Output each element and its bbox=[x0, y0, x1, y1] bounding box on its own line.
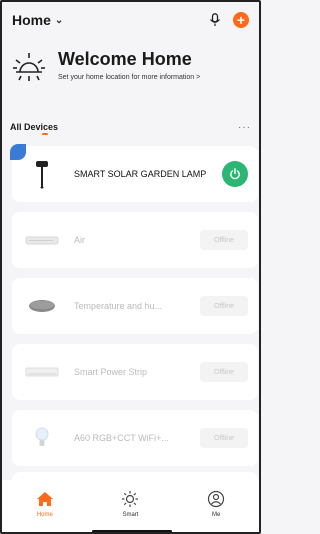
sun-outline-icon bbox=[122, 491, 139, 507]
active-tab-indicator bbox=[42, 133, 48, 135]
app-screen: Home ⌄ + Welcome Home Set your home loca… bbox=[0, 0, 261, 534]
chevron-down-icon: ⌄ bbox=[54, 14, 64, 26]
sun-icon bbox=[13, 53, 45, 81]
status-badge: Offline bbox=[200, 230, 248, 250]
device-name: A60 RGB+CCT WiFi+... bbox=[74, 433, 169, 443]
device-card-bulb[interactable]: A60 RGB+CCT WiFi+... Offline bbox=[12, 410, 258, 466]
nav-smart[interactable]: Smart bbox=[105, 490, 155, 532]
cloud-badge-icon bbox=[10, 144, 26, 160]
more-options-icon[interactable]: ··· bbox=[238, 122, 251, 133]
device-section-header: All Devices ··· bbox=[2, 116, 259, 138]
nav-smart-label: Smart bbox=[122, 512, 139, 518]
device-name: Air bbox=[74, 235, 85, 245]
home-selector[interactable]: Home ⌄ bbox=[12, 12, 63, 28]
status-badge: Offline bbox=[200, 428, 248, 448]
welcome-subtitle: Set your home location for more informat… bbox=[58, 74, 201, 81]
nav-home-label: Home bbox=[36, 512, 53, 518]
air-purifier-icon bbox=[24, 225, 60, 255]
home-icon bbox=[36, 492, 53, 506]
sensor-icon bbox=[24, 291, 60, 321]
device-name: Smart Power Strip bbox=[74, 367, 148, 377]
power-icon[interactable] bbox=[222, 161, 248, 187]
top-bar: Home ⌄ + bbox=[2, 2, 259, 38]
home-indicator bbox=[92, 530, 172, 532]
welcome-banner[interactable]: Welcome Home Set your home location for … bbox=[12, 48, 252, 98]
nav-me-label: Me bbox=[211, 512, 221, 518]
nav-home[interactable]: Home bbox=[20, 490, 70, 532]
add-icon[interactable]: + bbox=[233, 12, 249, 28]
bulb-icon bbox=[24, 423, 60, 453]
device-name: SMART SOLAR GARDEN LAMP bbox=[74, 169, 207, 179]
nav-me[interactable]: Me bbox=[191, 490, 241, 532]
home-selector-label: Home bbox=[12, 12, 51, 28]
device-card-air[interactable]: Air Offline bbox=[12, 212, 258, 268]
status-badge: Offline bbox=[200, 362, 248, 382]
status-badge: Offline bbox=[200, 296, 248, 316]
device-card-power-strip[interactable]: Smart Power Strip Offline bbox=[12, 344, 258, 400]
person-icon bbox=[208, 490, 225, 508]
welcome-title: Welcome Home bbox=[58, 49, 192, 69]
device-card-temperature[interactable]: Temperature and hu... Offline bbox=[12, 278, 258, 334]
device-name: Temperature and hu... bbox=[74, 301, 163, 311]
bottom-navigation: Home Smart Me bbox=[2, 480, 259, 532]
device-card-solar-lamp[interactable]: SMART SOLAR GARDEN LAMP bbox=[10, 144, 258, 202]
microphone-icon[interactable] bbox=[209, 13, 221, 27]
power-strip-icon bbox=[24, 357, 60, 387]
tab-all-devices[interactable]: All Devices bbox=[10, 122, 58, 132]
garden-lamp-icon bbox=[24, 159, 60, 189]
